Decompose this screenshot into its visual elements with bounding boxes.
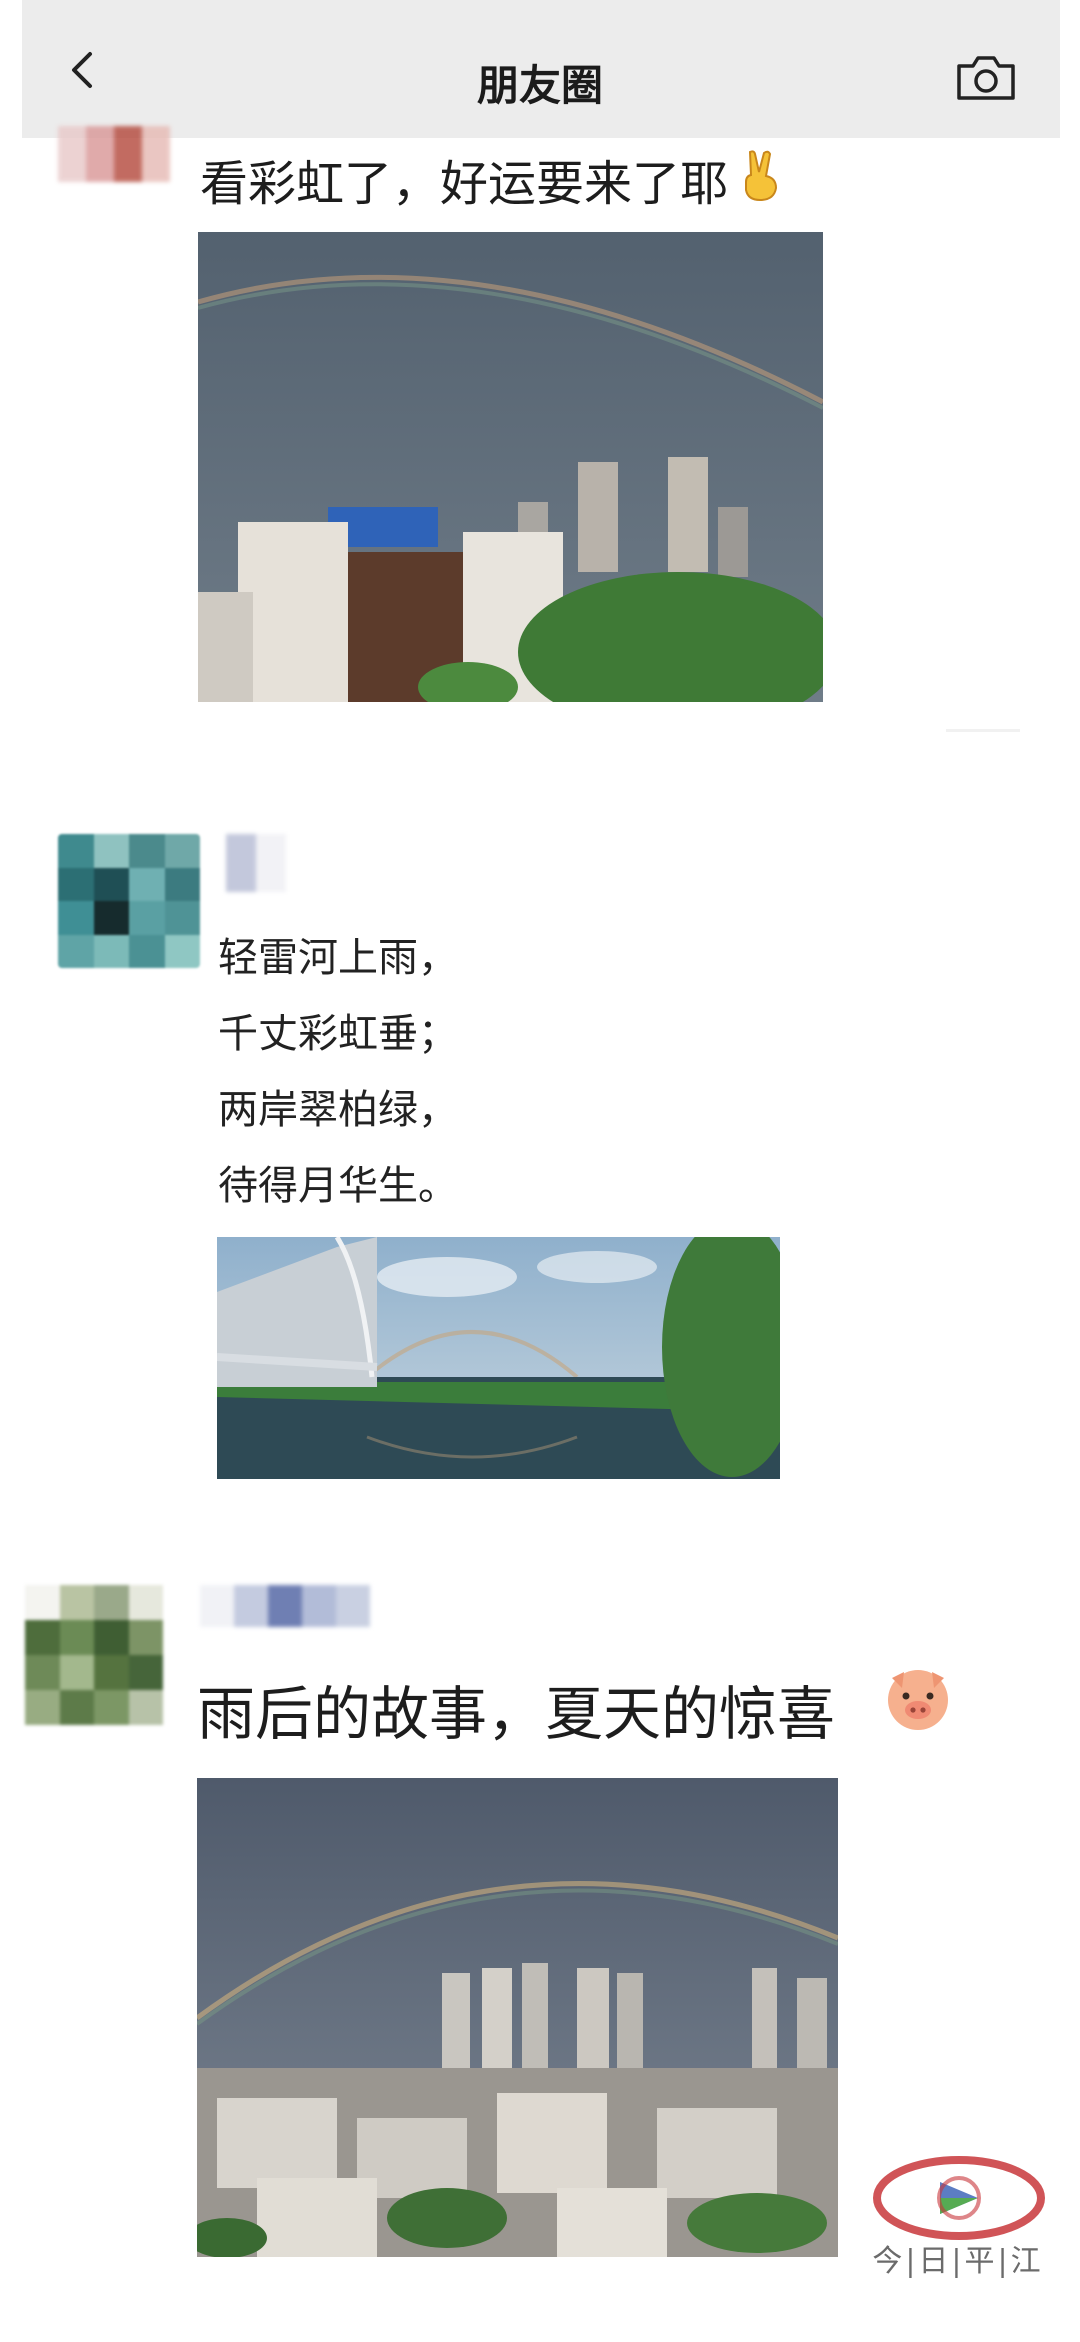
post-photo[interactable]	[198, 232, 823, 702]
avatar[interactable]	[58, 834, 200, 968]
avatar[interactable]	[58, 126, 170, 182]
post-text: 雨后的故事，夏天的惊喜	[197, 1680, 836, 1748]
post-photo[interactable]	[217, 1237, 780, 1479]
poem-line: 轻雷河上雨，	[218, 935, 458, 981]
post-text: 看彩虹了，好运要来了耶	[200, 156, 729, 212]
poem-line: 待得月华生。	[218, 1163, 458, 1209]
pig-face-emoji	[888, 1670, 948, 1730]
page-title: 朋友圈	[476, 61, 603, 110]
post-poem: 轻雷河上雨， 千丈彩虹垂； 两岸翠柏绿， 待得月华生。	[218, 920, 458, 1224]
avatar[interactable]	[25, 1585, 163, 1725]
camera-icon[interactable]	[955, 52, 1017, 102]
divider	[946, 729, 1020, 732]
watermark-text: 今|日|平|江	[872, 2244, 1044, 2279]
user-name[interactable]	[226, 834, 316, 892]
user-name[interactable]	[200, 1585, 370, 1627]
post-photo[interactable]	[197, 1778, 838, 2257]
victory-hand-emoji	[745, 150, 778, 202]
poem-line: 两岸翠柏绿，	[218, 1087, 458, 1133]
poem-line: 千丈彩虹垂；	[218, 1011, 458, 1057]
